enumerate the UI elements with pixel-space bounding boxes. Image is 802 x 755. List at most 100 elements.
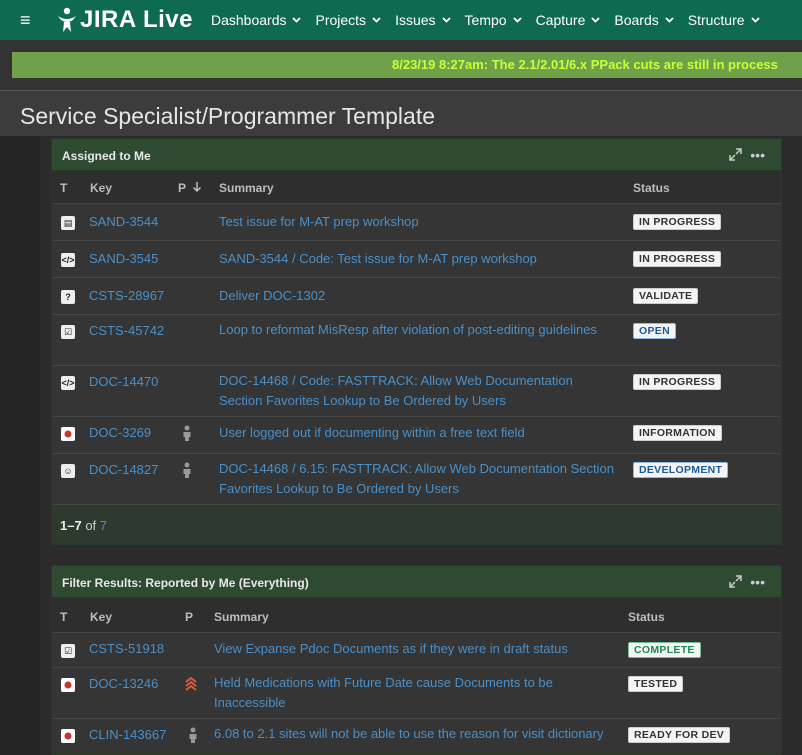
- person-icon: [189, 727, 197, 743]
- app-logo-text: JIRA Live: [80, 6, 193, 33]
- col-key[interactable]: Key: [90, 181, 112, 195]
- issue-key-link[interactable]: CSTS-45742: [89, 323, 164, 338]
- nav-issues[interactable]: Issues: [395, 12, 451, 28]
- gadget-assigned-to-me: Assigned to Me ••• T Key P Summary Statu…: [51, 138, 782, 545]
- status-badge: READY FOR DEV: [628, 727, 731, 743]
- task-icon: ☑: [61, 644, 75, 658]
- nav-label: Structure: [687, 12, 745, 28]
- sort-down-icon: [192, 182, 202, 193]
- chevron-down-icon: [665, 17, 674, 23]
- main-menu: Dashboards Projects Issues Tempo Capture…: [211, 12, 774, 28]
- left-gutter: [0, 136, 40, 755]
- table-row: DOC-13246 Held Medications with Future D…: [52, 667, 781, 718]
- nav-label: Tempo: [464, 12, 507, 28]
- issue-key-link[interactable]: SAND-3545: [89, 251, 158, 266]
- issue-key-link[interactable]: CSTS-51918: [89, 641, 164, 656]
- issue-summary-link[interactable]: 6.08 to 2.1 sites will not be able to us…: [214, 724, 609, 744]
- bug-icon: [61, 678, 75, 692]
- table-row: </> DOC-14470 DOC-14468 / Code: FASTTRAC…: [52, 365, 781, 416]
- issue-summary-link[interactable]: User logged out if documenting within a …: [219, 423, 614, 443]
- col-summary[interactable]: Summary: [214, 610, 269, 624]
- col-status[interactable]: Status: [628, 610, 665, 624]
- smile-icon: ☺: [61, 464, 75, 478]
- col-type[interactable]: T: [60, 181, 67, 195]
- chevron-down-icon: [512, 17, 522, 23]
- table-row: DOC-3269 User logged out if documenting …: [52, 416, 781, 453]
- gadget-title: Filter Results: Reported by Me (Everythi…: [62, 576, 309, 590]
- issue-summary-link[interactable]: View Expanse Pdoc Documents as if they w…: [214, 639, 609, 659]
- chevron-down-icon: [750, 17, 760, 23]
- table-row: ☑ CSTS-45742 Loop to reformat MisResp af…: [52, 314, 781, 365]
- issue-summary-link[interactable]: Deliver DOC-1302: [219, 286, 614, 306]
- chevron-down-icon: [591, 17, 601, 23]
- col-priority[interactable]: P: [178, 181, 186, 195]
- issue-key-link[interactable]: CLIN-143667: [89, 727, 166, 742]
- issue-summary-link[interactable]: DOC-14468 / 6.15: FASTTRACK: Allow Web D…: [219, 459, 614, 499]
- bug-icon: [61, 729, 75, 743]
- issue-key-link[interactable]: DOC-3269: [89, 425, 151, 440]
- app-logo[interactable]: JIRA Live: [56, 6, 193, 34]
- nav-structure[interactable]: Structure: [688, 12, 760, 28]
- nav-label: Projects: [315, 12, 367, 28]
- chevron-down-icon: [441, 17, 451, 23]
- nav-label: Capture: [535, 12, 586, 28]
- chevron-down-icon: [372, 17, 381, 23]
- issue-summary-link[interactable]: Held Medications with Future Date cause …: [214, 673, 609, 713]
- page-header: Service Specialist/Programmer Template: [0, 90, 802, 136]
- col-summary[interactable]: Summary: [219, 181, 274, 195]
- table-row: ▤ SAND-3544 Test issue for M-AT prep wor…: [52, 203, 781, 240]
- status-badge: COMPLETE: [628, 642, 701, 658]
- menu-icon[interactable]: ≡: [20, 11, 40, 29]
- nav-projects[interactable]: Projects: [315, 12, 381, 28]
- status-badge: INFORMATION: [633, 425, 722, 441]
- table-header: T Key P Summary Status: [52, 598, 781, 632]
- issue-key-link[interactable]: DOC-14827: [89, 462, 158, 477]
- col-key[interactable]: Key: [90, 610, 112, 624]
- gadget-header: Filter Results: Reported by Me (Everythi…: [52, 566, 781, 598]
- status-badge: OPEN: [633, 323, 676, 339]
- maximize-icon[interactable]: [729, 575, 743, 588]
- more-options-icon[interactable]: •••: [750, 575, 765, 589]
- gadget-title: Assigned to Me: [62, 149, 151, 163]
- status-badge: TESTED: [628, 676, 684, 692]
- nav-capture[interactable]: Capture: [536, 12, 601, 28]
- pager-total-link[interactable]: 7: [100, 518, 107, 533]
- nav-label: Boards: [614, 12, 659, 28]
- story-icon: ▤: [61, 216, 75, 230]
- status-badge: IN PROGRESS: [633, 251, 722, 267]
- announcement-area: 8/23/19 8:27am: The 2.1/2.01/6.x PPack c…: [0, 40, 802, 90]
- nav-boards[interactable]: Boards: [614, 12, 674, 28]
- table-row: ? CSTS-28967 Deliver DOC-1302 VALIDATE: [52, 277, 781, 314]
- issue-summary-link[interactable]: DOC-14468 / Code: FASTTRACK: Allow Web D…: [219, 371, 614, 411]
- person-icon: [183, 462, 191, 478]
- gadget-header: Assigned to Me •••: [52, 139, 781, 171]
- gadget-tools: •••: [729, 148, 765, 162]
- table-row: ☑ CSTS-51918 View Expanse Pdoc Documents…: [52, 632, 781, 667]
- issue-summary-link[interactable]: Test issue for M-AT prep workshop: [219, 212, 614, 232]
- issue-summary-link[interactable]: Loop to reformat MisResp after violation…: [219, 320, 614, 340]
- col-status[interactable]: Status: [633, 181, 670, 195]
- jira-logo-icon: [58, 7, 76, 32]
- table-header: T Key P Summary Status: [52, 171, 781, 203]
- pager-range: 1–7: [60, 518, 82, 533]
- chevron-down-icon: [292, 17, 302, 23]
- status-badge: IN PROGRESS: [633, 214, 722, 230]
- more-options-icon[interactable]: •••: [750, 148, 765, 162]
- maximize-icon[interactable]: [729, 148, 743, 161]
- table-row: CLIN-143667 6.08 to 2.1 sites will not b…: [52, 718, 781, 754]
- issue-key-link[interactable]: CSTS-28967: [89, 288, 164, 303]
- issue-key-link[interactable]: SAND-3544: [89, 214, 158, 229]
- nav-tempo[interactable]: Tempo: [465, 12, 522, 28]
- task-icon: ☑: [61, 325, 75, 339]
- issue-summary-link[interactable]: SAND-3544 / Code: Test issue for M-AT pr…: [219, 249, 614, 269]
- issue-key-link[interactable]: DOC-14470: [89, 374, 158, 389]
- top-nav: ≡ JIRA Live Dashboards Projects Issues T…: [0, 0, 802, 40]
- issue-key-link[interactable]: DOC-13246: [89, 676, 158, 691]
- nav-label: Dashboards: [210, 12, 287, 28]
- gadget-tools: •••: [729, 575, 765, 589]
- nav-dashboards[interactable]: Dashboards: [211, 12, 302, 28]
- col-priority[interactable]: P: [185, 610, 193, 624]
- pager-of: of: [85, 518, 97, 533]
- status-badge: IN PROGRESS: [633, 374, 722, 390]
- col-type[interactable]: T: [60, 610, 67, 624]
